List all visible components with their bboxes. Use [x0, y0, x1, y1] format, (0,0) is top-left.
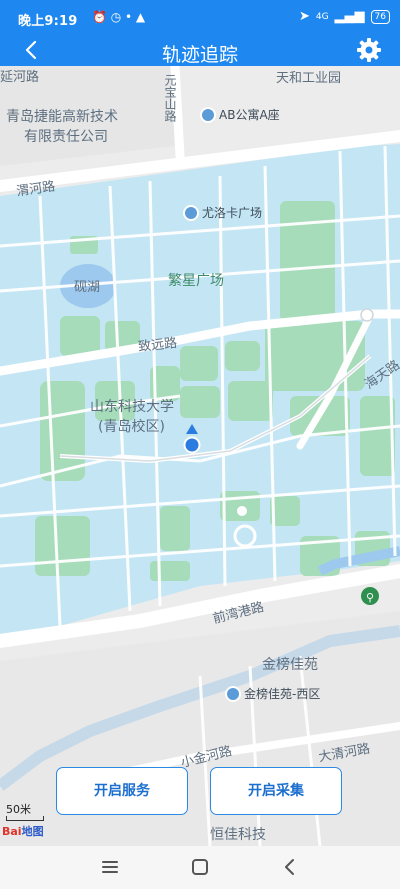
- location-status-icon: ➤: [298, 9, 310, 24]
- poi-youluoka[interactable]: 尤洛卡广场: [183, 204, 262, 221]
- map-label-road-top: 延河路: [0, 70, 40, 85]
- status-right: ➤ 4G ▂▄▆ 76: [299, 9, 390, 24]
- system-nav-bar: [0, 846, 400, 889]
- map-label-company-2: 有限责任公司: [24, 129, 108, 145]
- building-pin-icon: [225, 685, 241, 702]
- menu-icon[interactable]: [98, 856, 122, 878]
- map-view[interactable]: ⚲ 延河路 天和工业园 青岛捷能高新技术 有限责任公司 渭河路 元宝山路 砚湖 …: [0, 66, 400, 846]
- map-label-road-zhiyuan: 致远路: [137, 335, 178, 355]
- map-scale-bar: [6, 816, 44, 821]
- baidu-logo-map: 地图: [21, 825, 44, 838]
- battery-icon: 76: [370, 9, 390, 24]
- baidu-logo-text: Bai: [2, 825, 22, 838]
- baidu-logo: Bai地图: [2, 823, 44, 839]
- home-icon[interactable]: [188, 856, 212, 878]
- status-time: 晚上9:19: [18, 14, 78, 29]
- map-label-campus: (青岛校区): [98, 419, 165, 435]
- location-dot-icon: [183, 424, 201, 454]
- map-label-tianhe-park: 天和工业园: [276, 71, 342, 86]
- poi-jinbang-west[interactable]: 金榜佳苑-西区: [225, 685, 320, 702]
- poi-label: 尤洛卡广场: [202, 206, 263, 220]
- map-label-road-yuanshan: 元宝山路: [163, 74, 177, 122]
- map-label-hengjia: 恒佳科技: [210, 827, 266, 843]
- start-service-button[interactable]: 开启服务: [56, 767, 188, 815]
- map-label-company: 青岛捷能高新技术: [6, 109, 118, 125]
- back-icon[interactable]: [278, 856, 302, 878]
- status-bar: 晚上9:19 ⏰ ◷ • ▲ ➤ 4G ▂▄▆ 76: [0, 0, 400, 36]
- page-title: 轨迹追踪: [161, 44, 238, 66]
- map-label-jinbang: 金榜佳苑: [262, 657, 318, 673]
- map-label-university: 山东科技大学: [90, 399, 174, 415]
- building-pin-icon: [183, 204, 199, 221]
- title-bar: 轨迹追踪: [0, 36, 400, 66]
- building-pin-icon: [200, 106, 216, 123]
- poi-ab-apartment[interactable]: AB公寓A座: [200, 106, 280, 123]
- signal-icon: ▂▄▆: [334, 9, 365, 24]
- poi-label: AB公寓A座: [219, 108, 280, 122]
- map-scale-label: 50米: [6, 803, 31, 816]
- status-notification-icons: ⏰ ◷ • ▲: [92, 10, 146, 24]
- start-collect-button[interactable]: 开启采集: [210, 767, 342, 815]
- settings-gear-icon[interactable]: [356, 37, 382, 63]
- poi-label: 金榜佳苑-西区: [244, 687, 321, 701]
- network-type: 4G: [315, 11, 329, 22]
- map-label-lake: 砚湖: [74, 280, 101, 295]
- svg-text:⚲: ⚲: [366, 591, 374, 604]
- map-label-plaza: 繁星广场: [168, 273, 224, 289]
